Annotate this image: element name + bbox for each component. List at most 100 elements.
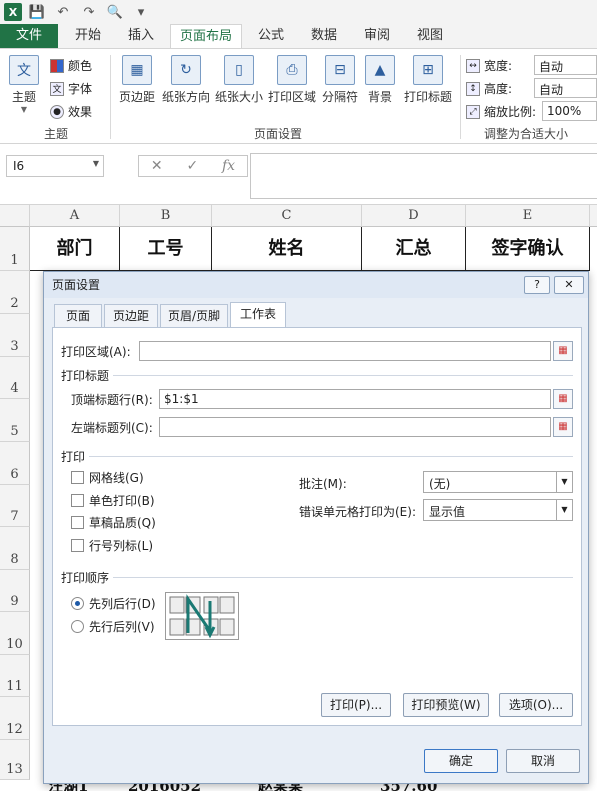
redo-icon[interactable]: ↷ (78, 2, 100, 22)
margins-button[interactable]: ▦ 页边距 (116, 55, 158, 105)
row-header[interactable]: 4 (0, 357, 30, 399)
cell-header[interactable]: 姓名 (212, 227, 362, 271)
print-area-input[interactable] (139, 341, 551, 361)
print-titles-button[interactable]: ⊞ 打印标题 (402, 55, 454, 105)
dialog-body: 打印区域(A): ▦ 打印标题 顶端标题行(R): $1:$1 ▦ 左端标题列(… (52, 327, 582, 726)
range-picker-icon[interactable]: ▦ (553, 341, 573, 361)
section-divider (113, 577, 573, 578)
tab-file[interactable]: 文件 (0, 24, 58, 48)
row-header[interactable]: 10 (0, 612, 30, 655)
cols-repeat-label: 左端标题列(C): (71, 421, 153, 435)
formula-buttons: ✕ ✓ fx (138, 155, 248, 177)
row-header[interactable]: 7 (0, 485, 30, 527)
tab-formulas[interactable]: 公式 (246, 24, 296, 48)
print-button[interactable]: 打印(P)... (321, 693, 391, 717)
tab-page-layout[interactable]: 页面布局 (170, 24, 242, 49)
print-preview-icon[interactable]: 🔍 (104, 2, 126, 22)
cancel-button[interactable]: 取消 (506, 749, 580, 773)
help-button[interactable]: ? (524, 276, 550, 294)
column-header[interactable]: B (120, 205, 212, 227)
scale-icon: ⤢ (466, 104, 480, 119)
customize-icon[interactable]: ▾ (130, 2, 152, 22)
errors-select[interactable]: 显示值 ▼ (423, 499, 573, 521)
tab-view[interactable]: 视图 (404, 24, 456, 48)
checkbox-box (71, 471, 84, 484)
tab-data[interactable]: 数据 (298, 24, 350, 48)
row-header[interactable]: 11 (0, 655, 30, 697)
row-header[interactable]: 12 (0, 697, 30, 740)
breaks-button[interactable]: ⊟ 分隔符 (320, 55, 360, 105)
chevron-down-icon: ▼ (556, 500, 572, 520)
column-header[interactable]: E (466, 205, 590, 227)
rows-repeat-input[interactable]: $1:$1 (159, 389, 551, 409)
orientation-button[interactable]: ↻ 纸张方向 (160, 55, 212, 105)
height-select[interactable]: 自动 (534, 78, 597, 98)
print-area-button[interactable]: ⎙ 打印区域 (266, 55, 318, 105)
column-header[interactable]: A (30, 205, 120, 227)
select-all-corner[interactable] (0, 205, 30, 227)
formula-input[interactable] (250, 153, 597, 199)
colors-button[interactable]: 颜色 (50, 57, 92, 74)
row-header[interactable]: 5 (0, 399, 30, 442)
excel-icon: X (4, 3, 22, 21)
dialog-tab-header-footer[interactable]: 页眉/页脚 (160, 304, 228, 328)
black-white-checkbox[interactable]: 单色打印(B) (71, 492, 155, 509)
row-header[interactable]: 8 (0, 527, 30, 570)
scale-input[interactable]: 100% (542, 101, 597, 121)
cols-repeat-input[interactable] (159, 417, 551, 437)
ok-button[interactable]: 确定 (424, 749, 498, 773)
dialog-tab-sheet[interactable]: 工作表 (230, 302, 286, 328)
column-header[interactable]: D (362, 205, 466, 227)
effects-button[interactable]: ● 效果 (50, 103, 92, 120)
effects-icon: ● (50, 104, 64, 119)
column-header[interactable] (590, 205, 597, 227)
group-label-page-setup: 页面设置 (254, 127, 303, 141)
undo-icon[interactable]: ↶ (52, 2, 74, 22)
row-header[interactable]: 2 (0, 271, 30, 314)
cell-header[interactable]: 工号 (120, 227, 212, 271)
cell-header[interactable]: 签字确认 (466, 227, 590, 271)
dialog-title: 页面设置 (44, 272, 588, 298)
gridlines-checkbox[interactable]: 网格线(G) (71, 469, 144, 486)
range-picker-icon[interactable]: ▦ (553, 389, 573, 409)
background-icon: ▲ (365, 55, 395, 85)
row-header[interactable]: 13 (0, 740, 30, 780)
row-header[interactable]: 6 (0, 442, 30, 485)
errors-label: 错误单元格打印为(E): (299, 505, 416, 519)
save-icon[interactable]: 💾 (26, 2, 48, 22)
over-then-down-radio[interactable]: 先行后列(V) (71, 618, 155, 635)
width-label: ↔ 宽度: (466, 57, 512, 74)
draft-quality-checkbox[interactable]: 草稿品质(Q) (71, 514, 156, 531)
print-preview-button[interactable]: 打印预览(W) (403, 693, 489, 717)
row-header[interactable]: 1 (0, 227, 30, 271)
page-order-icon (169, 594, 235, 639)
row-col-headings-checkbox[interactable]: 行号列标(L) (71, 537, 153, 554)
down-then-over-radio[interactable]: 先列后行(D) (71, 595, 156, 612)
insert-function-icon[interactable]: fx (222, 158, 235, 174)
background-button[interactable]: ▲ 背景 (362, 55, 398, 105)
close-button[interactable]: ✕ (554, 276, 584, 294)
range-picker-icon[interactable]: ▦ (553, 417, 573, 437)
tab-home[interactable]: 开始 (62, 24, 114, 48)
tab-review[interactable]: 审阅 (352, 24, 402, 48)
cell-header[interactable]: 部门 (30, 227, 120, 271)
width-select[interactable]: 自动 (534, 55, 597, 75)
name-box[interactable]: I6 ▼ (6, 155, 104, 177)
tab-insert[interactable]: 插入 (116, 24, 166, 48)
cell-header[interactable]: 汇总 (362, 227, 466, 271)
quick-access-toolbar: X 💾 ↶ ↷ 🔍 ▾ (0, 0, 597, 24)
dialog-tab-page[interactable]: 页面 (54, 304, 102, 328)
options-button[interactable]: 选项(O)... (499, 693, 573, 717)
fonts-button[interactable]: 文 字体 (50, 80, 92, 97)
column-header[interactable]: C (212, 205, 362, 227)
row-header[interactable]: 3 (0, 314, 30, 357)
themes-button[interactable]: 文 主题 ▼ (6, 55, 42, 114)
page-setup-dialog: 页面设置 ? ✕ 页面 页边距 页眉/页脚 工作表 打印区域(A): ▦ 打印标… (43, 271, 589, 784)
row-header[interactable]: 9 (0, 570, 30, 612)
dialog-tab-margins[interactable]: 页边距 (104, 304, 158, 328)
size-button[interactable]: ▯ 纸张大小 (214, 55, 264, 105)
cancel-icon[interactable]: ✕ (151, 158, 163, 174)
comments-select[interactable]: (无) ▼ (423, 471, 573, 493)
group-label-scale: 调整为合适大小 (484, 127, 569, 141)
enter-icon[interactable]: ✓ (186, 158, 198, 174)
